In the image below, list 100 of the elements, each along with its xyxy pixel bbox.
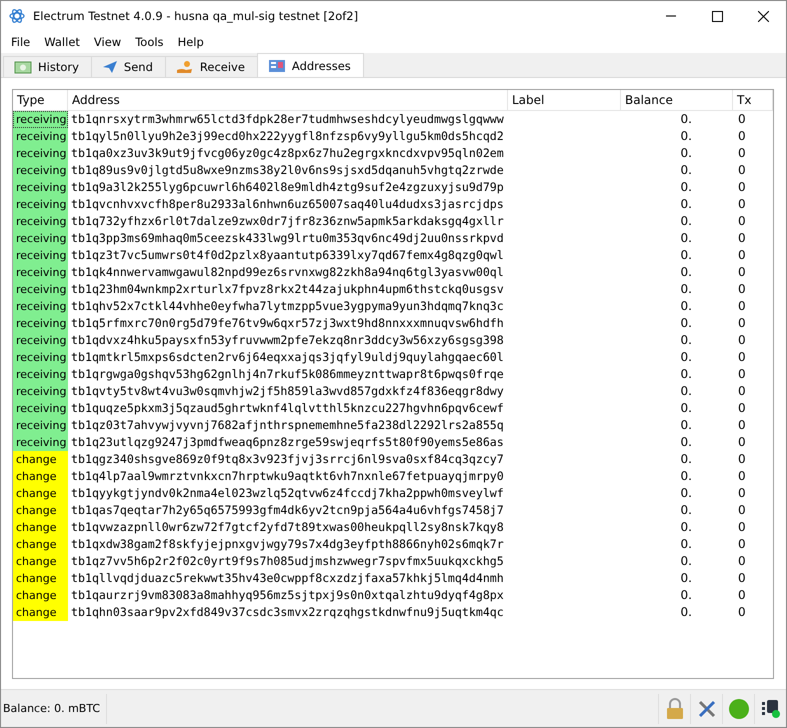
tx-cell-text: 0	[737, 264, 747, 281]
tx-cell-text: 0	[737, 434, 747, 451]
tx-cell-text: 0	[737, 111, 747, 128]
menu-item[interactable]: File	[4, 35, 38, 49]
type-cell: receiving	[13, 213, 68, 230]
address-cell-text: tb1qmtkrl5mxps6sdcten2rv6j64eqxxajqs3jqfyl9uldj9quylahgqaec60l	[70, 349, 505, 366]
type-cell: change	[13, 468, 68, 485]
menu-item[interactable]: Help	[170, 35, 211, 49]
type-cell: receiving	[13, 128, 68, 145]
type-cell: receiving	[13, 332, 68, 349]
balance-cell-text: 0.	[680, 145, 693, 162]
type-cell: receiving	[13, 434, 68, 451]
address-cell-text: tb1qllvqdjduazc5rekwwt35hv43e0cwppf8cxzdzjfaxa57khkj5lmq4d4nmh	[70, 570, 505, 587]
hand-coin-icon	[176, 60, 194, 74]
tab[interactable]: Addresses	[256, 53, 364, 77]
balance-cell-text: 0.	[680, 536, 693, 553]
address-book-icon	[268, 58, 286, 72]
address-cell-text: tb1quqze5pkxm3j5qzaud5ghrtwknf4lqlvtthl5knzcu227hgvhn6pqv6cewf	[70, 400, 505, 417]
maximize-icon[interactable]	[712, 10, 722, 22]
address-cell-text: tb1q23utlqzg9247j3pmdfweaq6pnz8zrge59swjeqrfs5t80f90yems5e86as	[70, 434, 505, 451]
address-cell-text: tb1qxdw38gam2f8skfyjejpnxgvjwgy79s7x4dg3eyfpth8866nyh02s6mqk7r	[70, 536, 505, 553]
address-cell-text: tb1q89us9v0jlgtd5u8wxe9nzms38y2l0v6ns9sjsxd5dqanuh5vhgtq2zrwde	[70, 162, 505, 179]
type-cell: receiving	[13, 417, 68, 434]
tx-cell-text: 0	[737, 213, 747, 230]
type-cell: receiving	[13, 315, 68, 332]
paper-plane-icon	[102, 60, 118, 74]
type-cell: receiving	[13, 179, 68, 196]
type-cell: receiving	[13, 366, 68, 383]
address-cell-text: tb1qyl5n0llyu9h2e3j99ecd0hx222yygfl8nfzsp6vy9yllgu5km0ds5hcqd2	[70, 128, 505, 145]
address-cell-text: tb1qhv52x7ctkl44vhhe0eyfwha7lytmzpp5vue3ygpyma9yun3hdqmq7knq3c	[70, 298, 505, 315]
balance-cell-text: 0.	[680, 179, 693, 196]
type-cell: receiving	[13, 196, 68, 213]
type-cell: change	[13, 587, 68, 604]
balance-cell-text: 0.	[680, 400, 693, 417]
column-header[interactable]: Address	[68, 90, 508, 111]
type-cell: change	[13, 553, 68, 570]
tools-icon[interactable]	[696, 698, 716, 718]
banknote-icon	[14, 60, 32, 74]
balance-cell-text: 0.	[680, 230, 693, 247]
type-cell: receiving	[13, 281, 68, 298]
type-cell: receiving	[13, 247, 68, 264]
menu-item[interactable]: View	[86, 35, 128, 49]
close-icon[interactable]	[758, 10, 768, 22]
tx-cell-text: 0	[737, 604, 747, 621]
status-dot-icon[interactable]	[728, 698, 750, 720]
column-header[interactable]: Balance	[621, 90, 733, 111]
address-cell-text: tb1qvcnhvxvcfh8per8u2933al6nhwn6uz65007saq40lu4dudxs3jasrcjdps	[70, 196, 505, 213]
tx-cell-text: 0	[737, 128, 747, 145]
tx-cell-text: 0	[737, 247, 747, 264]
balance-cell-text: 0.	[680, 519, 693, 536]
address-cell-text: tb1qz03t7ahvywjvyvnj7682afjnthrspnememhne5fa238dl2292lrs2a855q	[70, 417, 505, 434]
address-cell-text: tb1q3pp3ms69mhaq0m5ceezsk433lwg9lrtu0m353qv6nc49dj2uu0nssrkpvd	[70, 230, 505, 247]
address-cell-text: tb1qz3t7vc5umwrs0t4f0d2pzlx8yaantutp6339lxy7qd67femx4g8qzg0qwl	[70, 247, 505, 264]
type-cell: receiving	[13, 111, 68, 128]
type-cell: receiving	[13, 145, 68, 162]
address-cell-text: tb1qk4nnwervamwgawul82npd99ez6srvnxwg82zkh8a94nq6tgl3yasvw00ql	[70, 264, 505, 281]
tx-cell-text: 0	[737, 502, 747, 519]
type-cell: receiving	[13, 383, 68, 400]
tx-cell-text: 0	[737, 196, 747, 213]
seed-icon[interactable]	[760, 698, 780, 718]
balance-cell-text: 0.	[680, 298, 693, 315]
window-title: Electrum Testnet 4.0.9 - husna qa_mul-sig testnet [2of2]	[33, 9, 360, 23]
menu-item[interactable]: Wallet	[37, 35, 87, 49]
address-cell-text: tb1qa0xz3uv3k9ut9jfvcg06yz0gc4z8px6z7hu2egrgxkncdxvpv95qln02em	[70, 145, 505, 162]
type-cell: change	[13, 570, 68, 587]
tab[interactable]: History	[3, 56, 92, 77]
tx-cell-text: 0	[737, 451, 747, 468]
type-cell: change	[13, 519, 68, 536]
tx-cell-text: 0	[737, 587, 747, 604]
tx-cell-text: 0	[737, 570, 747, 587]
type-cell: receiving	[13, 400, 68, 417]
balance-cell-text: 0.	[680, 570, 693, 587]
address-cell-text: tb1q5rfmxrc70n0rg5d79fe76tv9w6qxr57zj3wxt9hd8nnxxxmnuqvsw6hdfh	[70, 315, 505, 332]
type-cell: change	[13, 502, 68, 519]
balance-cell-text: 0.	[680, 417, 693, 434]
balance-cell-text: 0.	[680, 332, 693, 349]
tx-cell-text: 0	[737, 400, 747, 417]
balance-cell-text: 0.	[680, 213, 693, 230]
address-cell-text: tb1qyykgtjyndv0k2nma4el023wzlq52qtvw6z4fccdj7kha2ppwh0msveylwf	[70, 485, 505, 502]
address-cell-text: tb1qaurzrj9vm83083a8mahhyq956mz5sjtpxj9s0n0xtqalzhtu9dyqf4g8px	[70, 587, 505, 604]
type-cell: receiving	[13, 162, 68, 179]
balance-cell-text: 0.	[680, 315, 693, 332]
address-cell-text: tb1qz7vv5h6p2r2f02c0yrt9f9s7h085udjmshzwwegr7spvfmx5uukqxckhg5	[70, 553, 505, 570]
type-cell: change	[13, 536, 68, 553]
menu-item[interactable]: Tools	[128, 35, 171, 49]
balance-cell-text: 0.	[680, 383, 693, 400]
tx-cell-text: 0	[737, 298, 747, 315]
balance-cell-text: 0.	[680, 366, 693, 383]
column-header[interactable]: Tx	[733, 90, 773, 111]
tx-cell-text: 0	[737, 349, 747, 366]
tx-cell-text: 0	[737, 162, 747, 179]
balance-cell-text: 0.	[680, 349, 693, 366]
balance-text: Balance: 0. mBTC	[1, 694, 108, 724]
tx-cell-text: 0	[737, 485, 747, 502]
type-cell: change	[13, 451, 68, 468]
address-cell-text: tb1q732yfhzx6rl0t7dalze9zwx0dr7jfr8z36znw5apmk5arkdaksgq4gxllr	[70, 213, 505, 230]
column-header[interactable]: Label	[508, 90, 621, 111]
balance-cell-text: 0.	[680, 468, 693, 485]
tx-cell-text: 0	[737, 230, 747, 247]
balance-cell-text: 0.	[680, 247, 693, 264]
